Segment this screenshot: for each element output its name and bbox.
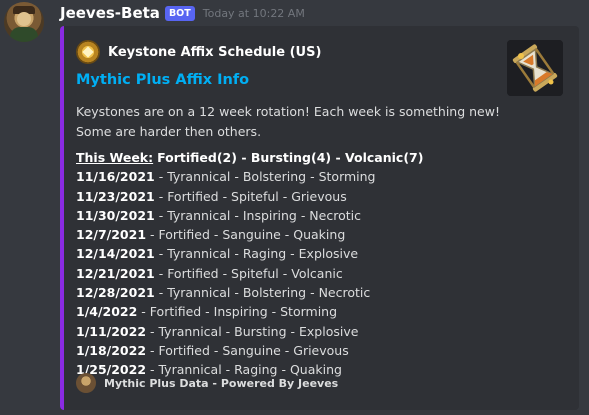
schedule-affixes: Fortified - Sanguine - Grievous (158, 342, 349, 358)
hourglass-icon (507, 40, 563, 96)
schedule-date: 12/7/2021 (76, 227, 147, 243)
schedule-date: 11/30/2021 (76, 207, 155, 223)
schedule-row: 11/16/2021 - Tyrannical - Bolstering - S… (76, 169, 376, 185)
schedule-row: 12/28/2021 - Tyrannical - Bolstering - N… (76, 285, 371, 301)
username[interactable]: Jeeves-Beta (60, 4, 160, 22)
chat-message: Jeeves-Beta BOT Today at 10:22 AM Keysto… (0, 0, 589, 415)
schedule-date: 1/18/2022 (76, 342, 147, 358)
schedule-affixes: Fortified - Sanguine - Quaking (158, 227, 346, 243)
bot-badge: BOT (164, 5, 195, 21)
avatar-coat-shape (10, 27, 38, 42)
schedule-row: 1/11/2022 - Tyrannical - Bursting - Expl… (76, 323, 359, 339)
embed-card: Keystone Affix Schedule (US) Mythic Plus… (60, 26, 579, 410)
message-header: Jeeves-Beta BOT Today at 10:22 AM (60, 2, 305, 24)
this-week-affixes: Fortified(2) - Bursting(4) - Volcanic(7) (157, 150, 424, 165)
bot-avatar[interactable] (4, 2, 44, 42)
this-week-row: This Week: Fortified(2) - Bursting(4) - … (76, 148, 423, 167)
schedule-row: 11/30/2021 - Tyrannical - Inspiring - Ne… (76, 207, 361, 223)
embed-author-name: Keystone Affix Schedule (US) (108, 44, 322, 60)
schedule-affixes: Tyrannical - Bolstering - Necrotic (167, 285, 371, 301)
avatar-face-shape (17, 12, 31, 26)
schedule-affixes: Tyrannical - Inspiring - Necrotic (167, 207, 361, 223)
schedule-row: 12/21/2021 - Fortified - Spiteful - Volc… (76, 265, 343, 281)
jeeves-avatar-icon (76, 373, 96, 393)
schedule-row: 1/4/2022 - Fortified - Inspiring - Storm… (76, 304, 338, 320)
schedule-affixes: Tyrannical - Bolstering - Storming (167, 169, 376, 185)
embed-footer-text: Mythic Plus Data - Powered By Jeeves (104, 376, 339, 390)
schedule-row: 12/7/2021 - Fortified - Sanguine - Quaki… (76, 227, 346, 243)
schedule-date: 1/4/2022 (76, 304, 138, 320)
hourglass-keystone-image[interactable] (507, 40, 563, 96)
schedule-row: 11/23/2021 - Fortified - Spiteful - Grie… (76, 188, 347, 204)
schedule-affixes: Tyrannical - Bursting - Explosive (158, 323, 359, 339)
schedule-row: 12/14/2021 - Tyrannical - Raging - Explo… (76, 246, 359, 262)
schedule-date: 11/23/2021 (76, 188, 155, 204)
embed-author: Keystone Affix Schedule (US) (76, 40, 321, 64)
schedule-row: 1/18/2022 - Fortified - Sanguine - Griev… (76, 342, 349, 358)
description-line: Some are harder then others. (76, 123, 262, 139)
keystone-icon (76, 40, 100, 64)
schedule-date: 12/21/2021 (76, 265, 155, 281)
schedule-affixes: Fortified - Inspiring - Storming (149, 304, 338, 320)
embed-footer: Mythic Plus Data - Powered By Jeeves (76, 373, 338, 393)
affix-schedule: This Week: Fortified(2) - Bursting(4) - … (76, 148, 423, 380)
this-week-label: This Week: (76, 150, 154, 165)
message-timestamp: Today at 10:22 AM (202, 6, 305, 20)
embed-description: Keystones are on a 12 week rotation! Eac… (76, 102, 500, 141)
schedule-date: 12/14/2021 (76, 246, 155, 262)
schedule-date: 1/11/2022 (76, 323, 147, 339)
schedule-affixes: Fortified - Spiteful - Volcanic (167, 265, 343, 281)
schedule-affixes: Tyrannical - Raging - Explosive (167, 246, 359, 262)
description-line: Keystones are on a 12 week rotation! Eac… (76, 104, 500, 119)
schedule-date: 11/16/2021 (76, 169, 155, 185)
schedule-affixes: Fortified - Spiteful - Grievous (167, 188, 347, 204)
schedule-date: 12/28/2021 (76, 285, 155, 301)
embed-title[interactable]: Mythic Plus Affix Info (76, 72, 249, 88)
